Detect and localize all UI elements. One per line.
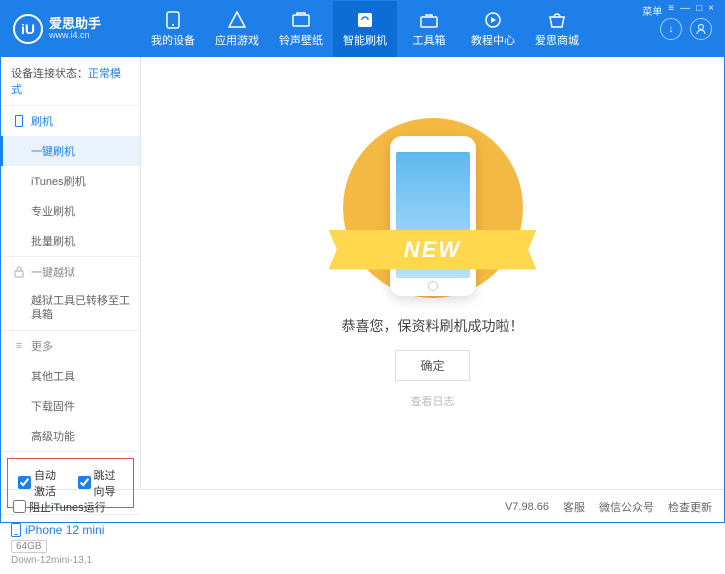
checkbox-block-itunes[interactable]: 阻止iTunes运行: [13, 499, 106, 515]
user-icon[interactable]: [690, 18, 712, 40]
ok-button[interactable]: 确定: [395, 350, 469, 381]
app-name: 爱思助手: [49, 17, 101, 30]
device-identifier: Down-12mini-13,1: [11, 555, 130, 566]
wechat-link[interactable]: 微信公众号: [599, 499, 654, 515]
connection-status: 设备连接状态：正常模式: [1, 57, 140, 106]
nav-store[interactable]: 爱思商城: [525, 1, 589, 57]
customer-service-link[interactable]: 客服: [563, 499, 585, 515]
toolbox-icon: [420, 11, 438, 29]
device-icon: [164, 11, 182, 29]
apps-icon: [228, 11, 246, 29]
nav-toolbox[interactable]: 工具箱: [397, 1, 461, 57]
app-url: www.i4.cn: [49, 30, 101, 41]
jailbreak-transfer-note: 越狱工具已转移至工具箱: [1, 287, 140, 330]
sidebar-item-itunes-flash[interactable]: iTunes刷机: [1, 166, 140, 196]
logo-icon: iU: [13, 14, 43, 44]
phone-icon: [13, 115, 25, 127]
sidebar-item-pro-flash[interactable]: 专业刷机: [1, 196, 140, 226]
version-label: V7.98.66: [505, 501, 549, 513]
sidebar-header-more[interactable]: ≡ 更多: [1, 331, 140, 361]
checkbox-auto-activate[interactable]: 自动激活: [18, 467, 64, 499]
wallpaper-icon: [292, 11, 310, 29]
main-content: NEW 恭喜您，保资料刷机成功啦！ 确定 查看日志: [141, 57, 724, 489]
menu-lines-icon: ≡: [13, 340, 25, 352]
nav-apps[interactable]: 应用游戏: [205, 1, 269, 57]
sidebar-item-oneclick-flash[interactable]: 一键刷机: [1, 136, 140, 166]
flash-icon: [356, 11, 374, 29]
check-update-link[interactable]: 检查更新: [668, 499, 712, 515]
nav-my-device[interactable]: 我的设备: [141, 1, 205, 57]
sidebar-group-more: ≡ 更多 其他工具 下载固件 高级功能: [1, 331, 140, 452]
nav-ringtones[interactable]: 铃声壁纸: [269, 1, 333, 57]
app-body: 设备连接状态：正常模式 刷机 一键刷机 iTunes刷机 专业刷机 批量刷机 一…: [1, 57, 724, 489]
sidebar: 设备连接状态：正常模式 刷机 一键刷机 iTunes刷机 专业刷机 批量刷机 一…: [1, 57, 141, 489]
device-name: iPhone 12 mini: [11, 523, 130, 537]
checkbox-skip-guide[interactable]: 跳过向导: [78, 467, 124, 499]
view-log-link[interactable]: 查看日志: [411, 393, 455, 409]
sidebar-item-other-tools[interactable]: 其他工具: [1, 361, 140, 391]
sidebar-group-flash: 刷机 一键刷机 iTunes刷机 专业刷机 批量刷机: [1, 106, 140, 257]
sidebar-item-batch-flash[interactable]: 批量刷机: [1, 226, 140, 256]
sidebar-header-jailbreak[interactable]: 一键越狱: [1, 257, 140, 287]
app-header: 菜单 ≡ — □ × iU 爱思助手 www.i4.cn 我的设备 应用游戏 铃…: [1, 1, 724, 57]
menu-icon[interactable]: ≡: [668, 3, 674, 18]
sidebar-group-jailbreak: 一键越狱 越狱工具已转移至工具箱: [1, 257, 140, 331]
success-illustration: NEW: [343, 118, 523, 298]
device-storage: 64GB: [11, 540, 47, 553]
top-nav: 我的设备 应用游戏 铃声壁纸 智能刷机 工具箱 教程中心 爱思商城: [141, 1, 648, 57]
success-message: 恭喜您，保资料刷机成功啦！: [342, 316, 524, 336]
nav-flash[interactable]: 智能刷机: [333, 1, 397, 57]
close-icon[interactable]: ×: [708, 3, 714, 18]
new-ribbon: NEW: [329, 230, 537, 270]
store-icon: [548, 11, 566, 29]
sidebar-item-advanced[interactable]: 高级功能: [1, 421, 140, 451]
tutorial-icon: [484, 11, 502, 29]
minimize-icon[interactable]: —: [680, 3, 690, 18]
nav-tutorials[interactable]: 教程中心: [461, 1, 525, 57]
header-right: ↓: [648, 18, 724, 40]
logo-area: iU 爱思助手 www.i4.cn: [1, 14, 141, 44]
maximize-icon[interactable]: □: [696, 3, 702, 18]
sidebar-header-flash[interactable]: 刷机: [1, 106, 140, 136]
phone-small-icon: [11, 523, 21, 537]
menu-text[interactable]: 菜单: [642, 3, 662, 18]
download-icon[interactable]: ↓: [660, 18, 682, 40]
phone-illustration: [390, 136, 476, 296]
sidebar-item-download-firmware[interactable]: 下载固件: [1, 391, 140, 421]
lock-icon: [13, 266, 25, 278]
window-controls: 菜单 ≡ — □ ×: [640, 1, 716, 20]
